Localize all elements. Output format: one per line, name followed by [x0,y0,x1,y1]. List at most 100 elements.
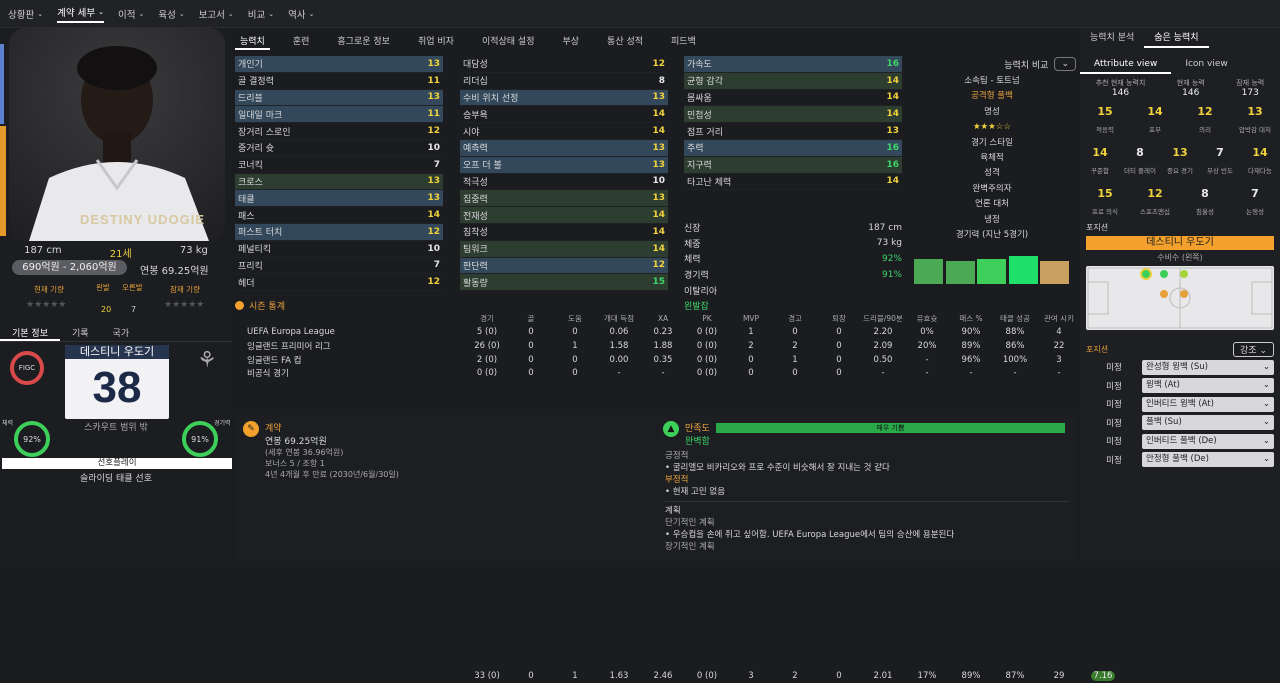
attribute-row[interactable]: 팀워크 14 [460,240,668,258]
attribute-row[interactable]: 전재성 14 [460,207,668,224]
role-select[interactable]: 윙백 (At) ⌄ [1142,378,1274,394]
attribute-row[interactable]: 침착성 14 [460,224,668,241]
season-header-cell: 개대 득점 [604,314,634,324]
attribute-row[interactable]: 대담성 12 [460,56,668,73]
attribute-name: 전재성 [463,211,488,222]
attribute-row[interactable]: 개인기 13 [235,56,443,73]
attribute-row[interactable]: 주력 16 [684,139,902,157]
main-tab[interactable]: 능력치 [235,34,270,50]
attribute-row[interactable]: 골 결정력 11 [235,73,443,90]
main-tab[interactable]: 이적상태 설정 [477,34,540,50]
attribute-row[interactable]: 패스 14 [235,207,443,224]
attribute-row[interactable]: 크로스 13 [235,173,443,191]
role-row[interactable]: 미정 인버티드 윙백 (At) ⌄ [1086,395,1274,414]
attribute-row[interactable]: 균형 감각 14 [684,72,902,90]
role-row[interactable]: 미정 완성형 윙백 (Su) ⌄ [1086,358,1274,377]
attribute-row[interactable]: 타고난 체력 14 [684,174,902,191]
attribute-row[interactable]: 활동량 15 [460,274,668,292]
view-tab[interactable]: Icon view [1171,56,1241,74]
chevron-down-icon: ⌄ [37,9,44,18]
attribute-row[interactable]: 중거리 슛 10 [235,140,443,157]
reputation-label: 명성 [984,106,1000,117]
season-header-cell: 도움 [568,314,582,324]
role-select[interactable]: 인버티드 윙백 (At) ⌄ [1142,396,1274,412]
attribute-row[interactable]: 헤더 12 [235,274,443,292]
attribute-row[interactable]: 민첩성 14 [684,106,902,124]
role-select[interactable]: 인버티드 풀백 (De) ⌄ [1142,433,1274,449]
season-cell: 2.20 [873,327,893,338]
attribute-row[interactable]: 일대일 마크 11 [235,106,443,124]
compare-dropdown-button[interactable]: ⌄ [1054,57,1076,71]
nav-item[interactable]: 이적 ⌄ [118,7,144,21]
analysis-tab[interactable]: 능력치 분석 [1080,30,1144,48]
season-row[interactable]: 잉글랜드 FA 컵 2 (0) 0 0 0.00 0.35 0 (0) 0 1 0 0.50 - 96%… [235,353,1115,367]
analysis-tab[interactable]: 숨은 능력치 [1144,30,1209,48]
main-tab[interactable]: 훈련 [288,34,315,50]
nav-item[interactable]: 상황판 ⌄ [8,7,43,21]
left-tab[interactable]: 기본 정보 [0,326,60,341]
nav-item[interactable]: 비교 ⌄ [248,7,274,21]
main-tab[interactable]: 부상 [557,34,584,50]
attribute-row[interactable]: 태클 13 [235,190,443,208]
main-tab[interactable]: 피드백 [666,34,701,50]
season-competition: UEFA Europa League [247,327,335,338]
season-rows: UEFA Europa League 5 (0) 0 0 0.06 0.23 0 (0) 1 0… [235,326,1115,380]
morale-title[interactable]: 만족도 [685,421,710,434]
attribute-row[interactable]: 점프 거리 13 [684,123,902,140]
role-select[interactable]: 풀백 (Su) ⌄ [1142,415,1274,431]
nav-item[interactable]: 보고서 ⌄ [199,7,234,21]
attribute-row[interactable]: 지구력 16 [684,156,902,174]
left-tab[interactable]: 국가 [101,326,142,341]
attribute-name: 집중력 [463,194,488,205]
main-tab[interactable]: 통산 성적 [602,34,648,50]
attribute-row[interactable]: 가속도 16 [684,56,902,73]
attribute-row[interactable]: 오프 더 볼 13 [460,156,668,174]
nav-item[interactable]: 계약 세부 ⌄ [57,5,104,23]
role-row[interactable]: 미정 풀백 (Su) ⌄ [1086,414,1274,433]
attribute-name: 판단력 [463,261,488,272]
main-tab[interactable]: 흥그로운 정보 [332,34,395,50]
attribute-value: 14 [886,75,899,86]
media-value: 냉정 [984,214,1000,225]
attribute-row[interactable]: 페널티킥 10 [235,241,443,258]
left-tab[interactable]: 기록 [60,326,101,341]
top-navigation: 상황판 ⌄ 계약 세부 ⌄ 이적 ⌄ 육성 ⌄ 보고서 ⌄ 비교 ⌄ 역사 ⌄ [0,0,1280,28]
attribute-row[interactable]: 판단력 12 [460,257,668,275]
attribute-row[interactable]: 몸싸움 14 [684,90,902,107]
main-tab[interactable]: 취업 비자 [413,34,459,50]
hidden-attribute: 7 부상 빈도 [1200,146,1240,175]
chevron-down-icon: ⌄ [1262,417,1270,428]
attribute-row[interactable]: 프리킥 7 [235,258,443,275]
attribute-row[interactable]: 집중력 13 [460,190,668,208]
view-tab[interactable]: Attribute view [1080,56,1172,74]
role-row[interactable]: 미정 인버티드 풀백 (De) ⌄ [1086,432,1274,451]
attribute-row[interactable]: 시야 14 [460,123,668,140]
season-row[interactable]: 잉글랜드 프리미어 리그 26 (0) 0 1 1.58 1.88 0 (0) 2 2 0 2.09… [235,339,1115,353]
attribute-row[interactable]: 예측력 13 [460,139,668,157]
hidden-key: 중요 경기 [1167,167,1193,175]
season-title[interactable]: 시즌 통계 [249,299,285,312]
attribute-name: 적극성 [463,177,488,188]
role-row[interactable]: 미정 안정형 풀백 (De) ⌄ [1086,451,1274,470]
season-competition: 잉글랜드 FA 컵 [247,355,302,366]
nav-item[interactable]: 육성 ⌄ [158,7,184,21]
season-row[interactable]: UEFA Europa League 5 (0) 0 0 0.06 0.23 0 (0) 1 0… [235,326,1115,340]
season-total-cell: 17% [917,670,937,681]
nav-item[interactable]: 역사 ⌄ [288,7,314,21]
attribute-row[interactable]: 드리블 13 [235,89,443,107]
contract-title[interactable]: 계약 [265,421,399,434]
role-name: 안정형 풀백 (De) [1146,454,1209,465]
role-select[interactable]: 안정형 풀백 (De) ⌄ [1142,452,1274,468]
attribute-row[interactable]: 리더십 8 [460,73,668,90]
attribute-row[interactable]: 적극성 10 [460,174,668,191]
role-row[interactable]: 미정 윙백 (At) ⌄ [1086,377,1274,396]
attribute-row[interactable]: 퍼스트 터치 12 [235,223,443,241]
attribute-row[interactable]: 코너킥 7 [235,157,443,174]
roles-label[interactable]: 포지션 [1086,344,1108,355]
attribute-row[interactable]: 승부욕 14 [460,106,668,124]
attribute-row[interactable]: 수비 위치 선정 13 [460,89,668,107]
season-row[interactable]: 비공식 경기0 (0)00--0 (0)000------ [235,366,1105,380]
highlight-dropdown[interactable]: 강조 ⌄ [1233,342,1274,357]
attribute-row[interactable]: 장거리 스로인 12 [235,123,443,140]
role-select[interactable]: 완성형 윙백 (Su) ⌄ [1142,359,1274,375]
